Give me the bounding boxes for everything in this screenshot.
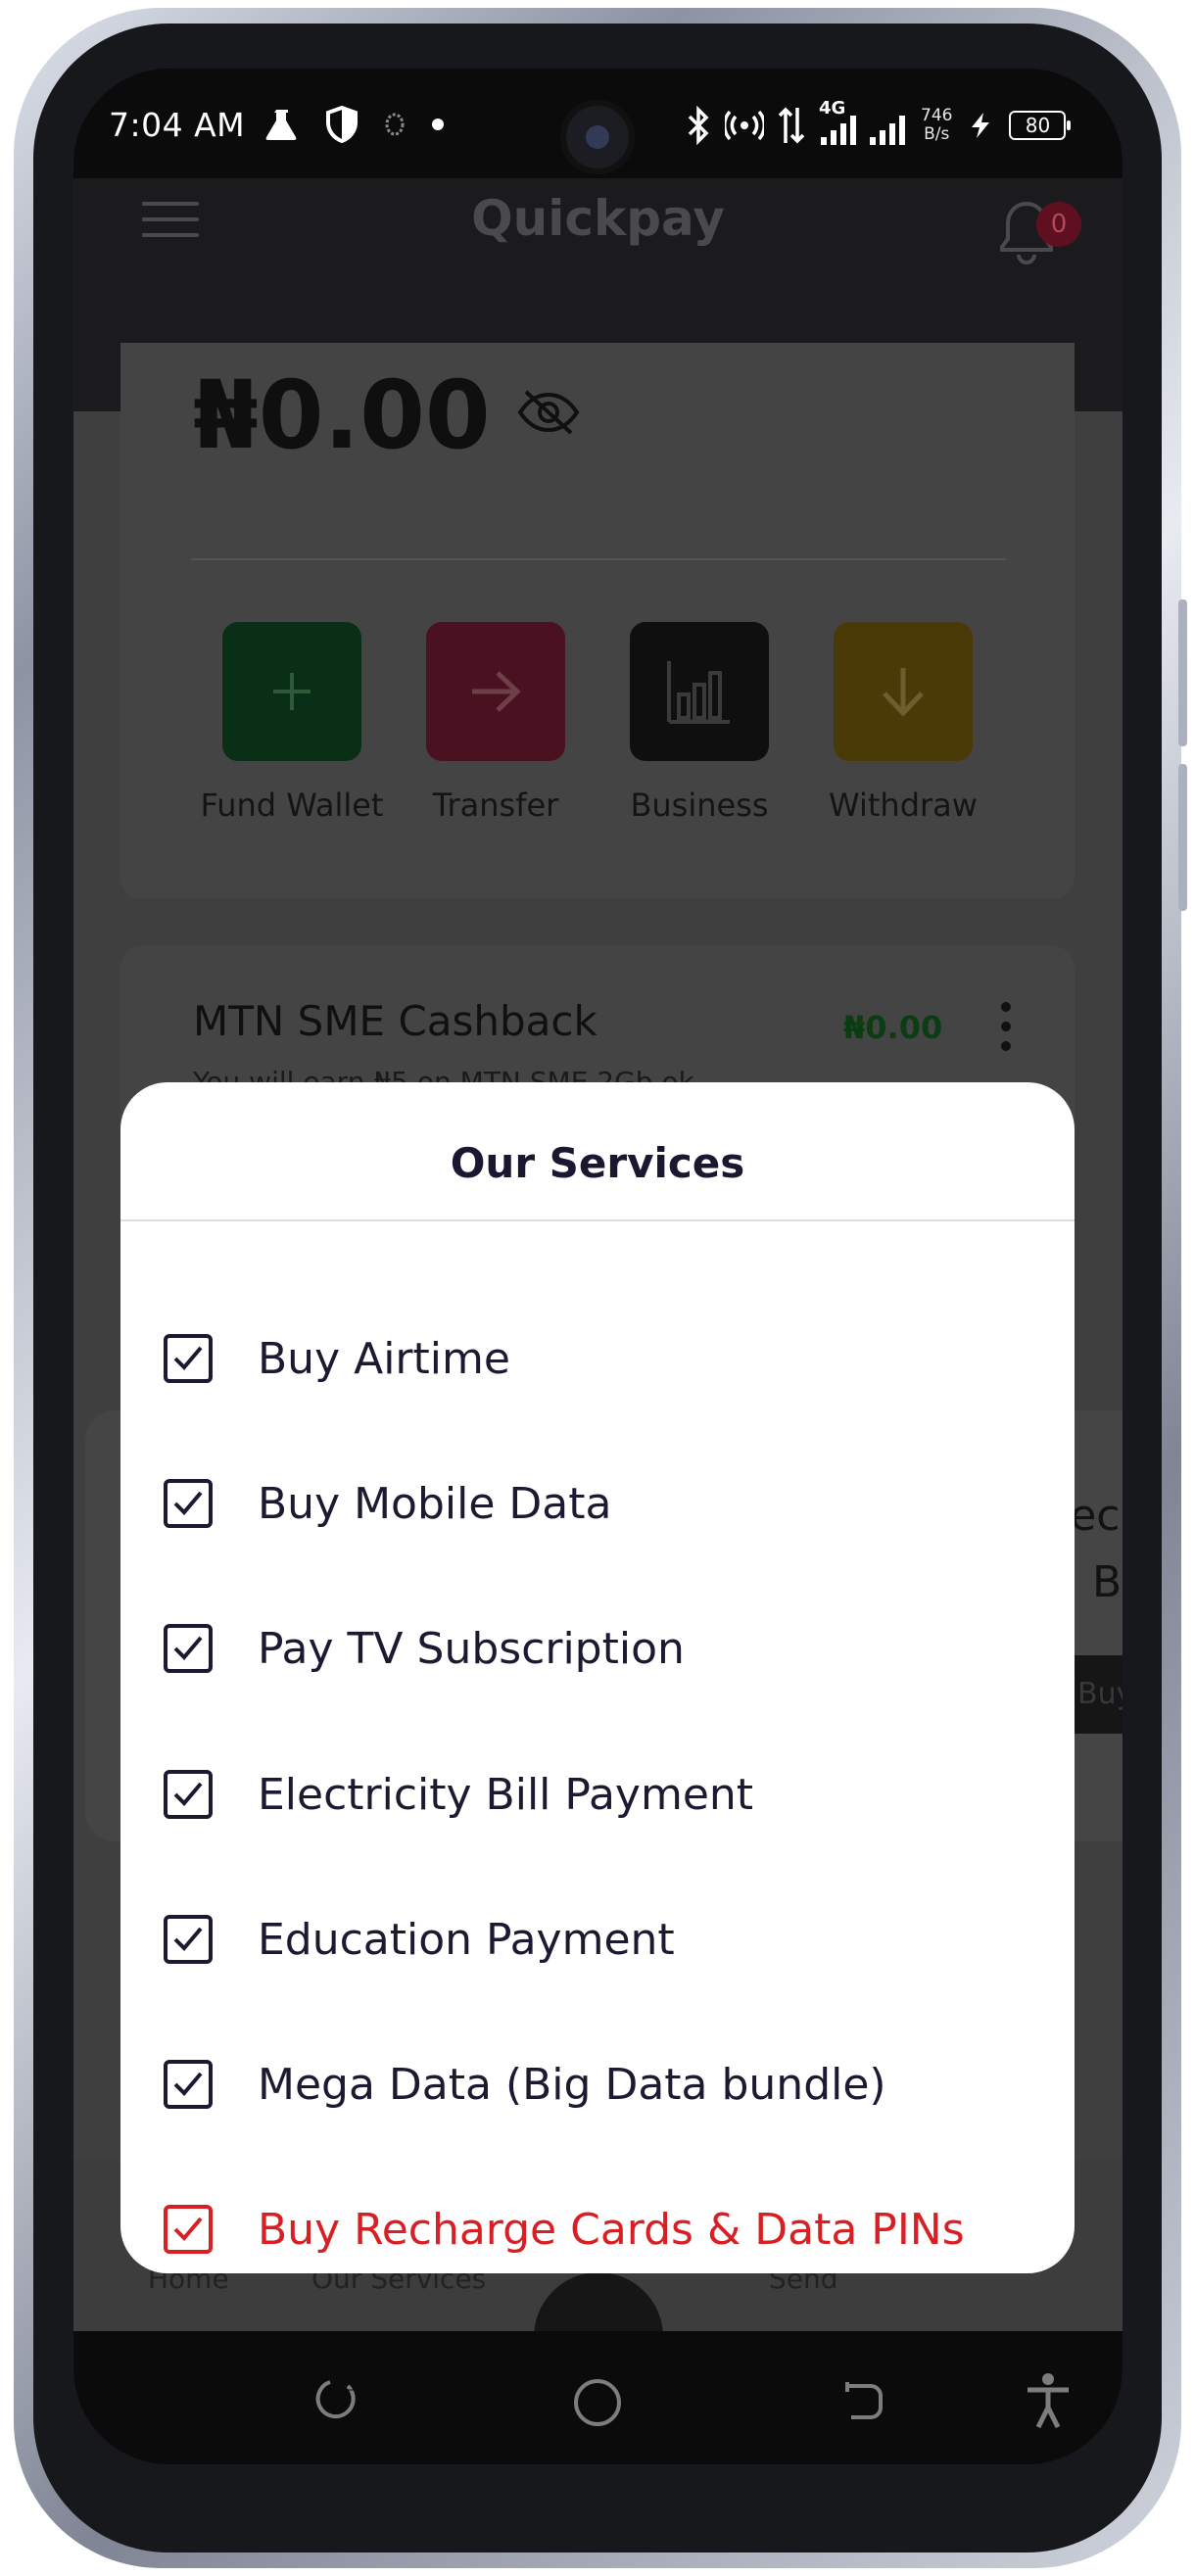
check-icon[interactable] (164, 1770, 213, 1819)
more-vertical-icon[interactable] (999, 1001, 1013, 1052)
volume-button (1178, 599, 1187, 746)
service-electricity-bill-payment[interactable]: Electricity Bill Payment (164, 1765, 753, 1824)
check-icon[interactable] (164, 1334, 213, 1383)
service-recharge-cards[interactable]: Buy Recharge Cards & Data PINs (164, 2200, 965, 2259)
shield-icon (326, 106, 358, 143)
cashback-title: MTN SME Cashback (193, 997, 598, 1045)
service-label: Buy Airtime (258, 1333, 510, 1384)
business-tile[interactable] (630, 622, 769, 761)
plus-icon (273, 673, 311, 710)
service-label: Electricity Bill Payment (258, 1769, 754, 1820)
service-mega-data[interactable]: Mega Data (Big Data bundle) (164, 2055, 886, 2114)
modal-divider (120, 1219, 1075, 1221)
services-modal: Our Services Buy Airtime Buy Mobile Data… (120, 1082, 1075, 2273)
check-icon[interactable] (164, 1624, 213, 1673)
dot-icon (432, 119, 444, 130)
check-icon[interactable] (164, 2205, 213, 2254)
recents-icon[interactable] (311, 2376, 358, 2423)
status-time: 7:04 AM (109, 106, 246, 144)
bluetooth-icon (688, 106, 709, 145)
check-icon[interactable] (164, 1915, 213, 1964)
check-icon[interactable] (164, 1479, 213, 1528)
fund-wallet-button[interactable]: Fund Wallet (194, 622, 390, 824)
transfer-label: Transfer (432, 787, 559, 824)
business-button[interactable]: Business (601, 622, 797, 824)
fund-wallet-label: Fund Wallet (200, 787, 384, 824)
cashback-amount: ₦0.00 (843, 1009, 943, 1046)
business-label: Business (630, 787, 769, 824)
bar-chart-icon (667, 661, 730, 724)
service-label: Buy Recharge Cards & Data PINs (258, 2204, 965, 2255)
fingerprint-icon (385, 113, 405, 136)
service-buy-airtime[interactable]: Buy Airtime (164, 1329, 510, 1388)
net-speed: 746 B/s (921, 106, 953, 144)
flask-icon (265, 110, 297, 140)
status-bar: 7:04 AM 4G 746 B/s 80 (73, 69, 1123, 178)
phone-screen: 7:04 AM 4G 746 B/s 80 Quickpay 0 ₦0.00 F… (73, 69, 1123, 2464)
back-icon[interactable] (837, 2378, 884, 2425)
notification-badge: 0 (1036, 202, 1081, 247)
accessibility-icon[interactable] (1024, 2372, 1073, 2431)
hotspot-icon (725, 110, 764, 141)
service-education-payment[interactable]: Education Payment (164, 1910, 675, 1969)
withdraw-button[interactable]: Withdraw (805, 622, 1001, 824)
service-buy-mobile-data[interactable]: Buy Mobile Data (164, 1474, 611, 1533)
withdraw-tile[interactable] (834, 622, 973, 761)
battery-indicator: 80 (1009, 111, 1072, 140)
power-button (1178, 764, 1187, 911)
home-circle-icon[interactable] (571, 2376, 624, 2429)
app-title: Quickpay (471, 190, 725, 247)
charging-icon (972, 113, 990, 138)
wallet-balance: ₦0.00 (193, 360, 491, 470)
service-pay-tv-subscription[interactable]: Pay TV Subscription (164, 1619, 685, 1678)
front-camera (560, 100, 635, 174)
eye-off-icon[interactable] (516, 386, 581, 439)
promo-text-secondary: B (1092, 1557, 1123, 1607)
service-label: Education Payment (258, 1914, 675, 1965)
arrow-down-icon (883, 668, 924, 717)
data-transfer-icon (778, 107, 805, 144)
transfer-tile[interactable] (426, 622, 565, 761)
check-icon[interactable] (164, 2060, 213, 2109)
withdraw-label: Withdraw (829, 787, 978, 824)
wallet-divider (191, 558, 1006, 560)
service-label: Mega Data (Big Data bundle) (258, 2059, 886, 2110)
fund-wallet-tile[interactable] (222, 622, 361, 761)
service-label: Pay TV Subscription (258, 1623, 685, 1674)
signal-icon (821, 116, 905, 145)
transfer-button[interactable]: Transfer (398, 622, 594, 824)
service-label: Buy Mobile Data (258, 1478, 612, 1529)
promo-buy-button[interactable]: Buy (1068, 1655, 1123, 1734)
modal-title: Our Services (450, 1139, 745, 1187)
arrow-right-icon (472, 671, 521, 712)
system-nav-bar (73, 2331, 1123, 2464)
